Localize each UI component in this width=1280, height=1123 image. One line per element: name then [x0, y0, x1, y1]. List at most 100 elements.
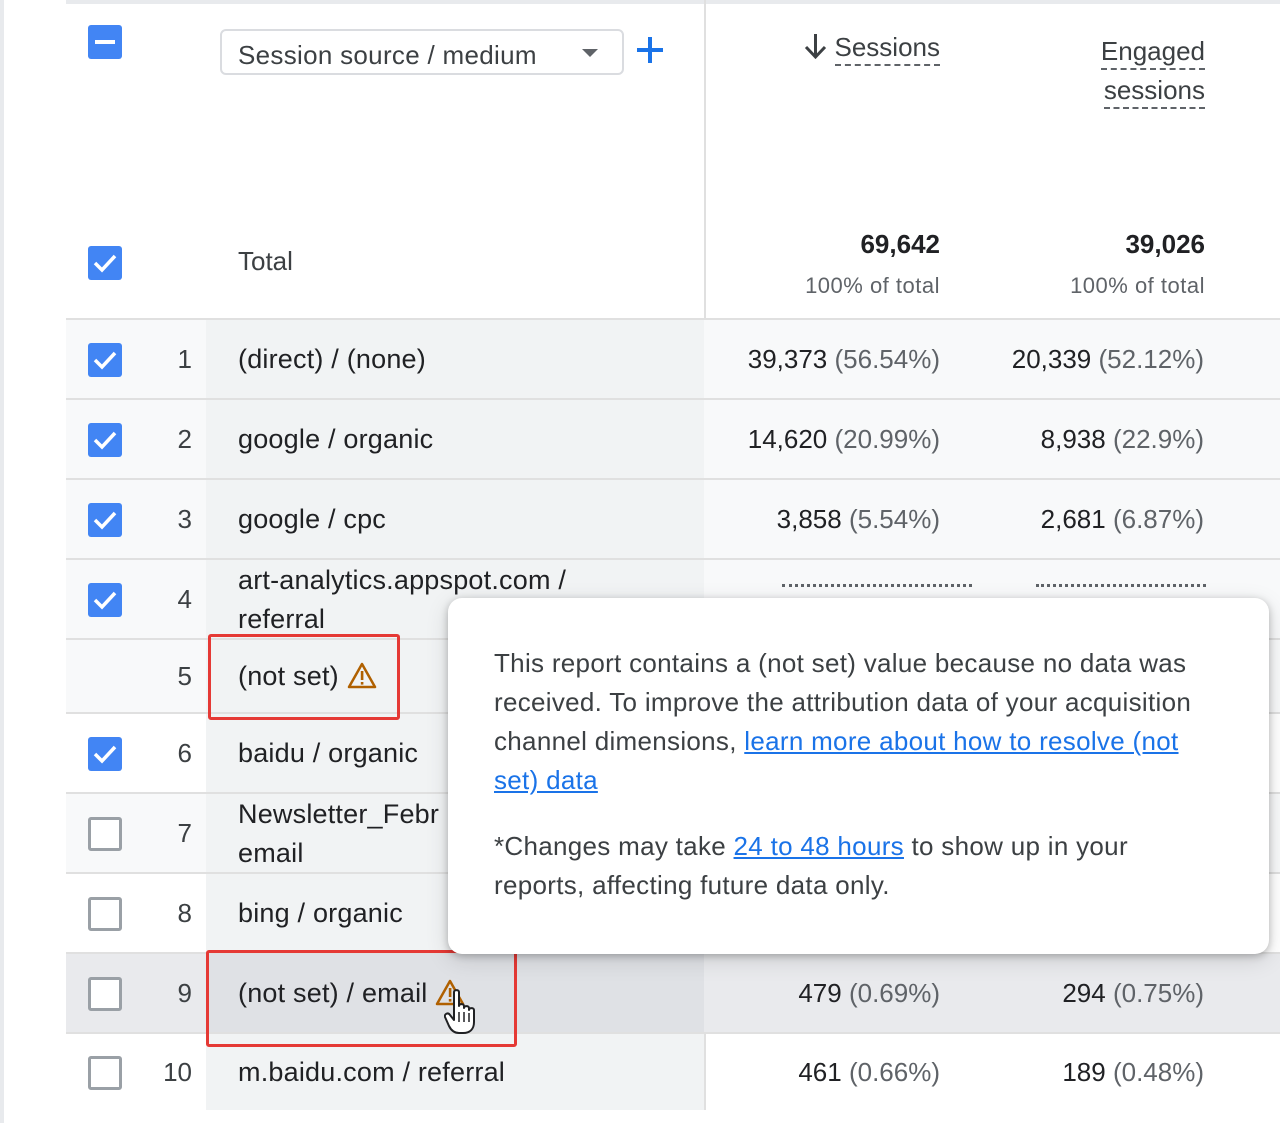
row-sessions-percent: (0.69%)	[848, 978, 940, 1008]
total-engaged: 39,026	[1125, 229, 1205, 259]
row-number: 10	[163, 1057, 192, 1087]
total-engaged-percent: 100% of total	[1070, 273, 1205, 298]
tooltip-paragraph-2: *Changes may take 24 to 48 hours to show…	[494, 827, 1223, 905]
dimension-dropdown[interactable]: Session source / medium	[220, 29, 624, 75]
row-dimension-value[interactable]: google / cpc	[238, 500, 386, 539]
highlight-not-set	[208, 634, 400, 720]
top-border	[66, 0, 1280, 4]
engaged-header-label-2: sessions	[1103, 75, 1205, 109]
not-set-tooltip: This report contains a (not set) value b…	[448, 598, 1269, 954]
row-engaged-sessions-percent: (0.48%)	[1112, 1057, 1204, 1087]
row-sessions: 479 (0.69%)	[798, 978, 940, 1009]
check-icon	[93, 591, 117, 610]
row-dimension-line-1: m.baidu.com / referral	[238, 1057, 505, 1087]
row-sessions-value: 461	[798, 1057, 842, 1087]
row-number: 6	[177, 738, 192, 768]
total-checkbox[interactable]	[88, 246, 122, 280]
check-icon	[93, 351, 117, 370]
row-checkbox[interactable]	[88, 897, 122, 931]
total-sessions-percent: 100% of total	[805, 273, 940, 298]
row-dimension-value[interactable]: bing / organic	[238, 894, 403, 933]
sessions-column-header[interactable]: Sessions	[780, 31, 940, 66]
check-icon	[93, 431, 117, 450]
row-sessions-value: 3,858	[776, 504, 842, 534]
row-engaged-sessions-value: 2,681	[1040, 504, 1106, 534]
row-sessions-value: 14,620	[747, 424, 828, 454]
row-checkbox[interactable]	[88, 977, 122, 1011]
row-engaged-sessions-percent: (52.12%)	[1098, 344, 1205, 374]
table-row[interactable]: 2 google / organic 14,620 (20.99%) 8,938 (2…	[66, 398, 1280, 478]
select-all-checkbox[interactable]	[88, 25, 122, 59]
row-engaged-sessions: 8,938 (22.9%)	[1041, 424, 1204, 455]
row-dimension-line-1: bing / organic	[238, 898, 403, 928]
row-sessions-percent: (56.54%)	[834, 344, 941, 374]
row-number: 7	[177, 818, 192, 848]
check-icon	[93, 511, 117, 530]
dimension-dropdown-label: Session source / medium	[238, 40, 537, 70]
sort-descending-icon	[804, 34, 826, 60]
row-dimension-line-1: google / cpc	[238, 504, 386, 534]
row-engaged-sessions-value: 294	[1062, 978, 1106, 1008]
row-checkbox[interactable]	[88, 1056, 122, 1090]
row-checkbox[interactable]	[88, 737, 122, 771]
row-engaged-sessions: 2,681 (6.87%)	[1041, 504, 1204, 535]
row-engaged-sessions-value: 189	[1062, 1057, 1106, 1087]
row-number: 3	[177, 504, 192, 534]
engaged-sessions-column-header[interactable]: Engaged sessions	[1040, 32, 1205, 110]
obscured-metrics	[766, 580, 1246, 600]
row-engaged-sessions-percent: (0.75%)	[1112, 978, 1204, 1008]
check-icon	[93, 254, 117, 273]
row-engaged-sessions: 294 (0.75%)	[1062, 978, 1204, 1009]
row-checkbox[interactable]	[88, 583, 122, 617]
row-dimension-line-1: Newsletter_Febr	[238, 799, 440, 829]
row-engaged-sessions-value: 8,938	[1040, 424, 1106, 454]
row-engaged-sessions-percent: (22.9%)	[1112, 424, 1204, 454]
row-sessions: 14,620 (20.99%)	[748, 424, 940, 455]
row-dimension-line-1: google / organic	[238, 424, 434, 454]
total-label: Total	[238, 246, 293, 276]
row-checkbox[interactable]	[88, 343, 122, 377]
row-number: 1	[177, 344, 192, 374]
table-row[interactable]: 1 (direct) / (none) 39,373 (56.54%) 20,339 …	[66, 318, 1280, 398]
row-number: 2	[177, 424, 192, 454]
tooltip-paragraph-1: This report contains a (not set) value b…	[494, 644, 1223, 800]
row-checkbox[interactable]	[88, 423, 122, 457]
plus-icon	[637, 37, 663, 63]
row-dimension-value[interactable]: google / organic	[238, 420, 433, 459]
add-dimension-button[interactable]	[634, 32, 666, 68]
row-dimension-value[interactable]: (direct) / (none)	[238, 340, 426, 379]
row-number: 9	[177, 978, 192, 1008]
engaged-header-label-1: Engaged	[1100, 36, 1205, 70]
row-sessions-percent: (20.99%)	[834, 424, 941, 454]
row-sessions: 39,373 (56.54%)	[748, 344, 940, 375]
hours-link[interactable]: 24 to 48 hours	[734, 831, 904, 861]
total-sessions: 69,642	[860, 229, 940, 259]
table-row[interactable]: 3 google / cpc 3,858 (5.54%) 2,681 (6.87%)	[66, 478, 1280, 558]
row-dimension-value[interactable]: Newsletter_Febremail	[238, 795, 439, 873]
row-dimension-line-1: art-analytics.appspot.com /	[238, 565, 567, 595]
minus-icon	[95, 40, 115, 44]
row-engaged-sessions: 20,339 (52.12%)	[1012, 344, 1204, 375]
hand-pointer-cursor-icon	[444, 989, 475, 1034]
row-dimension-line-1: (direct) / (none)	[238, 344, 426, 374]
row-number: 5	[177, 661, 192, 691]
check-icon	[93, 745, 117, 764]
row-dimension-value[interactable]: m.baidu.com / referral	[238, 1053, 505, 1092]
row-engaged-sessions-percent: (6.87%)	[1112, 504, 1204, 534]
row-sessions-percent: (5.54%)	[848, 504, 940, 534]
tooltip-text-2a: *Changes may take	[494, 831, 734, 861]
row-checkbox[interactable]	[88, 817, 122, 851]
row-dimension-value[interactable]: baidu / organic	[238, 734, 418, 773]
sessions-header-label: Sessions	[834, 32, 940, 66]
row-checkbox[interactable]	[88, 503, 122, 537]
row-number: 4	[177, 584, 192, 614]
row-sessions-value: 479	[798, 978, 842, 1008]
row-sessions: 461 (0.66%)	[798, 1057, 940, 1088]
row-dimension-line-2: email	[238, 838, 304, 868]
chevron-down-icon	[582, 49, 598, 57]
row-engaged-sessions: 189 (0.48%)	[1062, 1057, 1204, 1088]
row-dimension-line-1: baidu / organic	[238, 738, 419, 768]
row-engaged-sessions-value: 20,339	[1011, 344, 1092, 374]
left-edge	[0, 0, 4, 1123]
row-dimension-line-2: referral	[238, 604, 326, 634]
